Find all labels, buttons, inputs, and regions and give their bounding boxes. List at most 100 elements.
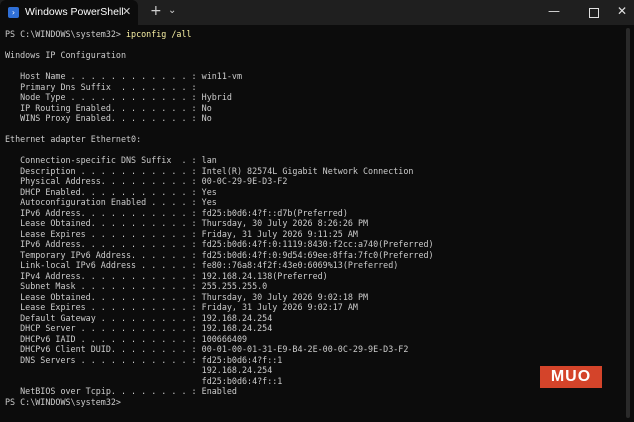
- prompt-text: PS C:\WINDOWS\system32>: [5, 396, 127, 407]
- config-label: Lease Expires . . . . . . . . . . :: [5, 228, 202, 239]
- config-label: DHCPv6 IAID . . . . . . . . . . . :: [5, 333, 202, 344]
- config-label: DHCP Server . . . . . . . . . . . :: [5, 323, 202, 333]
- config-value: fd25:b0d6:4?f::1: [201, 354, 283, 365]
- config-row: WINS Proxy Enabled. . . . . . . . : No: [5, 113, 605, 124]
- config-value: fd25:b0d6:4?f:0:1119:8430:f2cc:a740(Pref…: [201, 239, 434, 249]
- section-header: Windows IP Configuration: [5, 50, 605, 61]
- config-label: NetBIOS over Tcpip. . . . . . . . :: [5, 386, 202, 396]
- config-row: Lease Obtained. . . . . . . . . . : Thur…: [5, 218, 605, 229]
- config-row: Default Gateway . . . . . . . . . : 192.…: [5, 313, 605, 324]
- config-row: Description . . . . . . . . . . . : Inte…: [5, 166, 605, 177]
- config-row: 192.168.24.254: [5, 365, 605, 376]
- config-row: Lease Expires . . . . . . . . . . : Frid…: [5, 302, 605, 313]
- config-row: Lease Expires . . . . . . . . . . : Frid…: [5, 229, 605, 240]
- config-value: fe80::76a8:4f2f:43e0:6069%13(Preferred): [201, 260, 399, 270]
- config-label: IPv6 Address. . . . . . . . . . . :: [5, 239, 202, 249]
- config-label: Lease Obtained. . . . . . . . . . :: [5, 291, 202, 302]
- maximize-icon[interactable]: [589, 8, 599, 18]
- config-value: 192.168.24.254: [201, 312, 273, 323]
- config-label: Primary Dns Suffix . . . . . . . :: [5, 81, 202, 92]
- config-label: [5, 376, 202, 386]
- config-value: win11-vm: [201, 71, 242, 81]
- config-label: IPv4 Address. . . . . . . . . . . :: [5, 270, 202, 281]
- config-value: fd25:b0d6:4?f:0:9d54:69ee:8ffa:7fc0(Pref…: [201, 249, 434, 260]
- config-label: Physical Address. . . . . . . . . :: [5, 176, 202, 186]
- config-label: Temporary IPv6 Address. . . . . . :: [5, 249, 202, 260]
- config-label: Subnet Mask . . . . . . . . . . . :: [5, 281, 202, 291]
- config-label: IPv6 Address. . . . . . . . . . . :: [5, 207, 202, 218]
- minimize-icon[interactable]: —: [548, 4, 560, 18]
- config-label: Node Type . . . . . . . . . . . . :: [5, 92, 202, 102]
- config-label: Description . . . . . . . . . . . :: [5, 165, 202, 176]
- config-label: DHCPv6 Client DUID. . . . . . . . :: [5, 344, 202, 354]
- config-value: 00-01-00-01-31-E9-B4-2E-00-0C-29-9E-D3-F…: [201, 344, 409, 354]
- config-row: Primary Dns Suffix . . . . . . . :: [5, 82, 605, 93]
- config-label: Default Gateway . . . . . . . . . :: [5, 312, 202, 323]
- config-label: Lease Expires . . . . . . . . . . :: [5, 302, 202, 312]
- config-label: WINS Proxy Enabled. . . . . . . . :: [5, 113, 202, 123]
- final-prompt-line: PS C:\WINDOWS\system32>: [5, 397, 605, 408]
- config-row: Subnet Mask . . . . . . . . . . . : 255.…: [5, 281, 605, 292]
- config-value: 255.255.255.0: [201, 281, 268, 291]
- config-row: DHCP Enabled. . . . . . . . . . . : Yes: [5, 187, 605, 198]
- close-tab-icon[interactable]: ✕: [122, 5, 131, 18]
- config-value: fd25:b0d6:4?f::1: [201, 375, 283, 386]
- muo-watermark-logo: MUO: [540, 366, 602, 388]
- config-label: DHCP Enabled. . . . . . . . . . . :: [5, 186, 202, 197]
- config-row: IPv6 Address. . . . . . . . . . . : fd25…: [5, 239, 605, 250]
- console-output[interactable]: PS C:\WINDOWS\system32> ipconfig /all Win…: [5, 29, 605, 421]
- config-row: Connection-specific DNS Suffix . : lan: [5, 155, 605, 166]
- config-value: Thursday, 30 July 2026 9:02:18 PM: [201, 291, 369, 302]
- config-value: lan: [201, 155, 217, 165]
- adapter-header: Ethernet adapter Ethernet0:: [5, 134, 605, 145]
- config-value: Friday, 31 July 2026 9:02:17 AM: [201, 302, 358, 312]
- config-row: Link-local IPv6 Address . . . . . : fe80…: [5, 260, 605, 271]
- scrollbar[interactable]: [626, 28, 630, 418]
- config-row: Temporary IPv6 Address. . . . . . : fd25…: [5, 250, 605, 261]
- prompt-text: PS C:\WINDOWS\system32>: [5, 29, 127, 39]
- config-row: DHCPv6 Client DUID. . . . . . . . : 00-0…: [5, 344, 605, 355]
- config-value: Hybrid: [201, 92, 232, 102]
- section-header-text: Windows IP Configuration: [5, 50, 127, 60]
- config-label: [5, 365, 202, 375]
- config-label: Autoconfiguration Enabled . . . . :: [5, 197, 202, 207]
- command-text: ipconfig /all: [126, 29, 192, 39]
- title-bar: › Windows PowerShell ✕ + ⌄ — ✕: [0, 0, 634, 25]
- powershell-window: › Windows PowerShell ✕ + ⌄ — ✕ PS C:\WIN…: [0, 0, 634, 422]
- config-row: IPv6 Address. . . . . . . . . . . : fd25…: [5, 208, 605, 219]
- config-row: IP Routing Enabled. . . . . . . . : No: [5, 103, 605, 114]
- chevron-down-icon[interactable]: ⌄: [168, 5, 176, 16]
- config-row: Host Name . . . . . . . . . . . . : win1…: [5, 71, 605, 82]
- config-value: No: [201, 102, 212, 113]
- tab-title: Windows PowerShell: [25, 6, 124, 18]
- config-value: 192.168.24.254: [201, 323, 273, 333]
- tab-windows-powershell[interactable]: › Windows PowerShell ✕: [0, 0, 138, 25]
- new-tab-icon[interactable]: +: [150, 3, 162, 19]
- config-row: fd25:b0d6:4?f::1: [5, 376, 605, 387]
- adapter-header-text: Ethernet adapter Ethernet0:: [5, 134, 142, 144]
- config-label: DNS Servers . . . . . . . . . . . :: [5, 354, 202, 365]
- config-label: Connection-specific DNS Suffix . :: [5, 155, 202, 165]
- close-window-icon[interactable]: ✕: [617, 4, 627, 18]
- config-label: Link-local IPv6 Address . . . . . :: [5, 260, 202, 270]
- config-label: Host Name . . . . . . . . . . . . :: [5, 71, 202, 81]
- config-row: NetBIOS over Tcpip. . . . . . . . : Enab…: [5, 386, 605, 397]
- config-row: Physical Address. . . . . . . . . : 00-0…: [5, 176, 605, 187]
- config-value: 100666409: [201, 333, 248, 344]
- config-row: DHCP Server . . . . . . . . . . . : 192.…: [5, 323, 605, 334]
- config-row: Lease Obtained. . . . . . . . . . : Thur…: [5, 292, 605, 303]
- config-value: Friday, 31 July 2026 9:11:25 AM: [201, 228, 358, 239]
- config-value: 00-0C-29-9E-D3-F2: [201, 176, 288, 186]
- config-value: Yes: [201, 197, 217, 207]
- config-value: fd25:b0d6:4?f::d7b(Preferred): [201, 207, 348, 218]
- config-value: Thursday, 30 July 2026 8:26:26 PM: [201, 218, 369, 228]
- config-row: DNS Servers . . . . . . . . . . . : fd25…: [5, 355, 605, 366]
- config-label: IP Routing Enabled. . . . . . . . :: [5, 102, 202, 113]
- config-value: Yes: [201, 186, 217, 197]
- config-value: 192.168.24.138(Preferred): [201, 270, 328, 281]
- config-label: Lease Obtained. . . . . . . . . . :: [5, 218, 202, 228]
